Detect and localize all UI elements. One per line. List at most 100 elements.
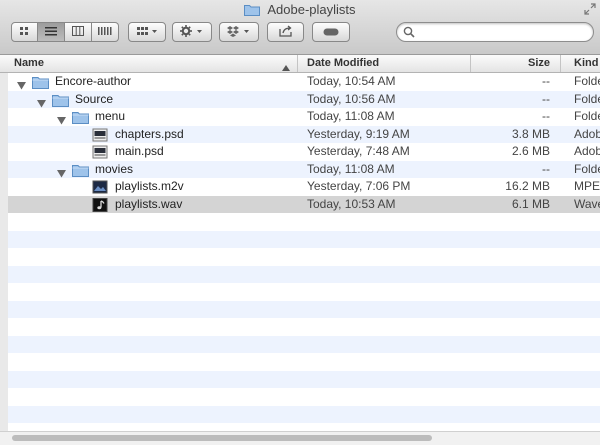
file-name: main.psd (115, 144, 164, 158)
folder-icon (52, 93, 69, 109)
list-view-button[interactable] (38, 22, 65, 42)
file-name: menu (95, 109, 126, 123)
window-title: Adobe-playlists (267, 2, 356, 17)
column-header-bar: Name Date Modified Size Kind (0, 55, 600, 73)
cover-flow-icon (98, 25, 112, 39)
file-name: movies (95, 161, 134, 176)
empty-row (0, 318, 600, 336)
vertical-scroll-track[interactable] (0, 73, 8, 431)
size-cell: 16.2 MB (505, 179, 550, 193)
size-cell: -- (542, 91, 550, 106)
size-cell: -- (542, 74, 550, 88)
arrange-button[interactable] (128, 22, 166, 42)
window-title-bar: Adobe-playlists (0, 2, 600, 19)
name-cell: chapters.psd (0, 126, 298, 144)
empty-row (0, 300, 600, 318)
share-button[interactable] (267, 22, 304, 42)
kind-cell: Folde (574, 109, 600, 123)
date-modified-cell: Yesterday, 7:48 AM (307, 144, 410, 158)
date-modified-cell: Today, 10:53 AM (307, 196, 396, 211)
empty-row (0, 370, 600, 388)
disclosure-triangle-icon[interactable] (57, 166, 66, 179)
column-header-date[interactable]: Date Modified (298, 55, 471, 72)
empty-row (0, 353, 600, 371)
arrange-grid-icon (136, 25, 158, 39)
file-name: chapters.psd (115, 126, 184, 141)
list-view-icon (45, 25, 57, 39)
kind-cell: Folde (574, 161, 600, 176)
disclosure-triangle-icon[interactable] (17, 78, 26, 91)
cover-flow-button[interactable] (92, 22, 119, 42)
date-modified-cell: Today, 11:08 AM (307, 109, 395, 123)
name-cell: movies (0, 161, 298, 179)
file-row[interactable]: playlists.m2v Yesterday, 7:06 PM 16.2 MB MP… (0, 178, 600, 196)
column-header-size[interactable]: Size (471, 55, 561, 72)
kind-cell: MPEG (574, 179, 600, 193)
kind-cell: Adob (574, 126, 600, 141)
folder-icon (72, 163, 89, 179)
column-view-icon (72, 25, 84, 39)
folder-icon (72, 110, 89, 126)
empty-row (0, 230, 600, 248)
file-row[interactable]: movies Today, 11:08 AM -- Folde (0, 160, 600, 179)
date-modified-cell: Today, 10:54 AM (307, 74, 396, 88)
search-input[interactable] (419, 25, 584, 39)
search-field[interactable] (396, 22, 594, 42)
horizontal-scroll-thumb[interactable] (12, 435, 432, 441)
size-cell: 6.1 MB (511, 196, 550, 211)
file-name: Encore-author (55, 74, 132, 88)
name-cell: playlists.m2v (0, 178, 298, 196)
dropbox-icon (227, 25, 251, 40)
dropbox-button[interactable] (219, 22, 259, 42)
audio-file-icon (92, 197, 108, 214)
file-row[interactable]: Encore-author Today, 10:54 AM -- Folde (0, 73, 600, 91)
name-cell: main.psd (0, 143, 298, 161)
horizontal-scrollbar[interactable] (0, 431, 600, 445)
tags-button[interactable] (312, 22, 350, 42)
tag-icon (323, 25, 339, 39)
name-cell: playlists.wav (0, 196, 298, 214)
empty-row (0, 335, 600, 353)
size-cell: 3.8 MB (511, 126, 550, 141)
file-row[interactable]: playlists.wav Today, 10:53 AM 6.1 MB Wave (0, 195, 600, 214)
empty-row (0, 283, 600, 301)
file-row[interactable]: main.psd Yesterday, 7:48 AM 2.6 MB Adob (0, 143, 600, 161)
search-icon (403, 26, 415, 41)
gear-icon (180, 24, 204, 40)
icon-view-button[interactable] (11, 22, 38, 42)
name-cell: Source (0, 91, 298, 109)
column-header-kind[interactable]: Kind (561, 55, 600, 72)
date-modified-cell: Yesterday, 9:19 AM (307, 126, 410, 141)
size-cell: -- (542, 109, 550, 123)
empty-row (0, 405, 600, 423)
action-button[interactable] (172, 22, 212, 42)
file-name: playlists.wav (115, 196, 183, 211)
view-mode-control (11, 22, 119, 42)
empty-row (0, 213, 600, 231)
photoshop-file-icon (92, 128, 108, 144)
folder-icon (244, 3, 261, 19)
disclosure-triangle-icon[interactable] (57, 113, 66, 126)
file-row[interactable]: Source Today, 10:56 AM -- Folde (0, 90, 600, 109)
folder-icon (32, 75, 49, 91)
empty-row (0, 388, 600, 406)
file-list: Encore-author Today, 10:54 AM -- Folde Sourc… (0, 73, 600, 431)
date-modified-cell: Yesterday, 7:06 PM (307, 179, 411, 193)
empty-row (0, 265, 600, 283)
icon-view-icon (19, 25, 30, 39)
kind-cell: Wave (574, 196, 600, 211)
photoshop-file-icon (92, 145, 108, 161)
column-view-button[interactable] (65, 22, 92, 42)
column-header-name[interactable]: Name (0, 55, 298, 72)
kind-cell: Adob (574, 144, 600, 158)
file-row[interactable]: menu Today, 11:08 AM -- Folde (0, 108, 600, 126)
window-toolbar: Adobe-playlists (0, 0, 600, 55)
share-icon (278, 24, 293, 40)
date-modified-cell: Today, 11:08 AM (307, 161, 395, 176)
date-modified-cell: Today, 10:56 AM (307, 91, 396, 106)
file-row[interactable]: chapters.psd Yesterday, 9:19 AM 3.8 MB Adob (0, 125, 600, 144)
disclosure-triangle-icon[interactable] (37, 96, 46, 109)
fullscreen-icon[interactable] (584, 3, 596, 15)
empty-row (0, 248, 600, 266)
kind-cell: Folde (574, 74, 600, 88)
